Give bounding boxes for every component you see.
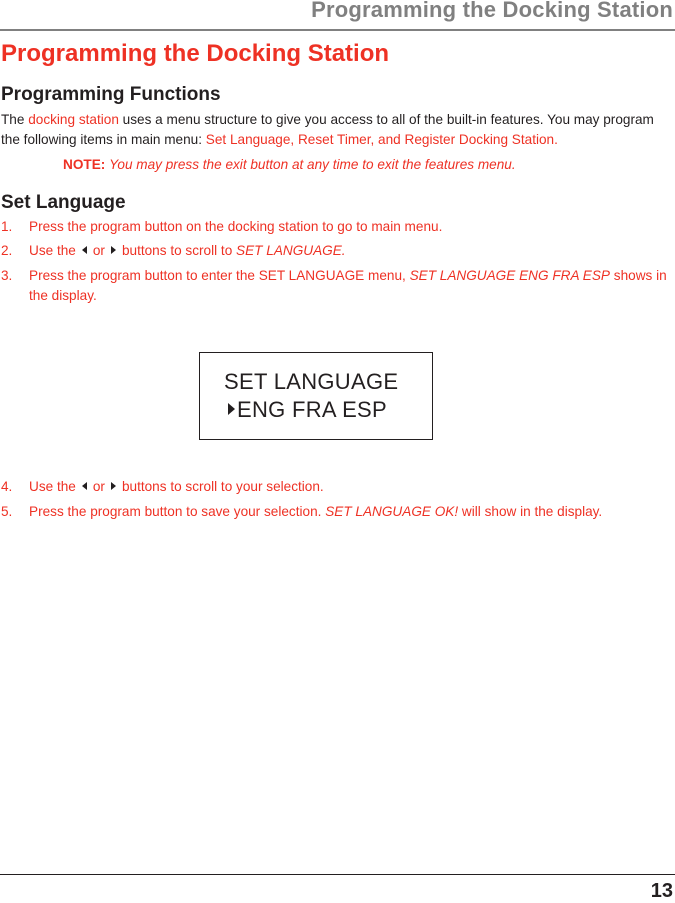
- step-text-pre: Press the program button to enter the SE…: [29, 268, 410, 283]
- step-number: 2.: [1, 243, 13, 258]
- menu-items-list: Set Language, Reset Timer, and Register …: [205, 132, 558, 147]
- step-text-post: buttons to scroll to: [121, 243, 237, 258]
- note-label: NOTE:: [63, 157, 106, 172]
- step-text-italic: SET LANGUAGE OK!: [325, 504, 459, 519]
- step-number: 5.: [1, 504, 13, 519]
- step-text-italic: SET LANGUAGE.: [236, 243, 346, 258]
- lcd-display-illustration: SET LANGUAGE ENG FRA ESP: [199, 352, 433, 440]
- page-title: Programming the Docking Station: [1, 40, 390, 67]
- page-number: 13: [650, 880, 673, 902]
- step-text-post: buttons to scroll to your selection.: [121, 479, 324, 494]
- footer-rule: [0, 874, 675, 875]
- triangle-left-icon: [81, 482, 87, 491]
- note-text: You may press the exit button at any tim…: [109, 157, 516, 172]
- triangle-right-icon: [110, 246, 116, 255]
- step-1: 1. Press the program button on the docki…: [1, 217, 673, 237]
- intro-paragraph: The docking station uses a menu structur…: [1, 110, 673, 150]
- note: NOTE: You may press the exit button at a…: [63, 157, 516, 172]
- step-text-pre: Use the: [29, 479, 76, 494]
- header-rule: [0, 29, 675, 31]
- running-head: Programming the Docking Station: [311, 0, 673, 22]
- heading-programming-functions: Programming Functions: [1, 84, 221, 105]
- step-3: 3. Press the program button to enter the…: [1, 266, 673, 306]
- step-text-or: or: [92, 479, 105, 494]
- heading-set-language: Set Language: [1, 192, 126, 213]
- display-line-2: ENG FRA ESP: [228, 397, 387, 423]
- step-4: 4. Use the or buttons to scroll to your se…: [1, 477, 673, 497]
- step-number: 4.: [1, 479, 13, 494]
- triangle-right-icon: [110, 482, 116, 491]
- step-2: 2. Use the or buttons to scroll to SET LAN…: [1, 241, 673, 261]
- docking-station-term: docking station: [28, 112, 119, 127]
- display-line-2-text: ENG FRA ESP: [237, 397, 388, 422]
- step-number: 1.: [1, 219, 13, 234]
- step-text-post: will show in the display.: [458, 504, 603, 519]
- step-text-pre: Use the: [29, 243, 76, 258]
- display-line-1: SET LANGUAGE: [224, 369, 399, 394]
- step-5: 5. Press the program button to save your…: [1, 502, 673, 522]
- step-number: 3.: [1, 268, 13, 283]
- intro-prefix: The: [1, 112, 29, 127]
- step-text-pre: Press the program button to save your se…: [29, 504, 326, 519]
- step-text-or: or: [92, 243, 105, 258]
- step-text-italic: SET LANGUAGE ENG FRA ESP: [409, 268, 610, 283]
- triangle-left-icon: [81, 246, 87, 255]
- step-text: Press the program button on the docking …: [29, 219, 443, 234]
- triangle-right-icon: [228, 403, 235, 416]
